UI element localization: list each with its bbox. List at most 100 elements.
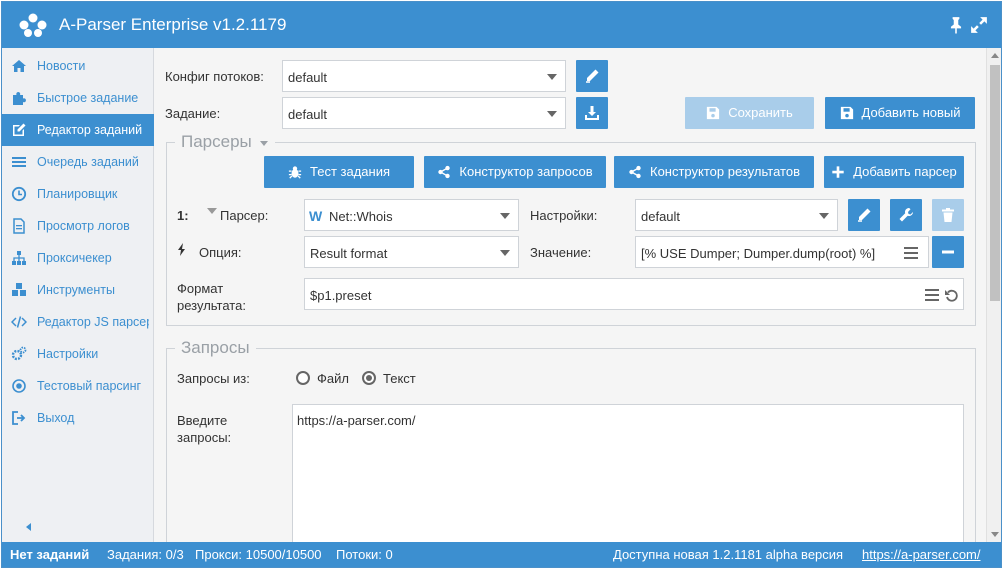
result-builder-button[interactable]: Конструктор результатов — [614, 156, 814, 188]
option-value-input[interactable]: [% USE Dumper; Dumper.dump(root) %] — [635, 236, 929, 268]
clock-icon — [11, 186, 27, 202]
scroll-up-icon[interactable] — [991, 52, 999, 60]
sidebar-item-settings[interactable]: Настройки — [2, 338, 154, 370]
target-icon — [12, 379, 26, 393]
thread-config-label: Конфиг потоков: — [165, 69, 264, 84]
sidebar-item-test-parsing[interactable]: Тестовый парсинг — [2, 370, 154, 402]
parser-row-index: 1: — [177, 208, 189, 223]
menu-lines-icon[interactable] — [904, 247, 918, 259]
undo-icon[interactable] — [944, 288, 959, 302]
task-editor-panel: Конфиг потоков: default Задание: default… — [154, 48, 986, 542]
pin-icon[interactable] — [947, 16, 965, 34]
test-task-button[interactable]: Тест задания — [264, 156, 414, 188]
edit-thread-config-button[interactable] — [576, 60, 608, 92]
sidebar-item-quick-task[interactable]: Быстрое задание — [2, 82, 154, 114]
remove-option-button[interactable] — [932, 236, 964, 268]
status-bar: Нет заданий Задания: 0/3 Прокси: 10500/1… — [2, 542, 1001, 567]
sign-out-icon — [12, 411, 26, 425]
share-icon — [629, 165, 641, 179]
add-parser-button[interactable]: Добавить парсер — [824, 156, 964, 188]
queries-from-label: Запросы из: — [177, 371, 250, 386]
app-logo-icon — [19, 13, 47, 37]
main-scrollbar[interactable] — [986, 48, 1001, 542]
parsers-legend[interactable]: Парсеры — [175, 132, 275, 152]
pencil-icon — [586, 69, 599, 83]
scrollbar-thumb[interactable] — [990, 65, 1000, 301]
menu-lines-icon[interactable] — [925, 289, 939, 301]
pencil-square-icon — [13, 123, 26, 136]
plus-icon — [832, 166, 844, 178]
queries-textarea[interactable]: https://a-parser.com/ — [292, 404, 964, 542]
title-bar: A-Parser Enterprise v1.2.1179 — [2, 2, 1001, 48]
edit-parser-settings-button[interactable] — [848, 199, 880, 231]
result-format-label: Формат — [177, 281, 224, 296]
wrench-icon — [899, 207, 914, 222]
settings-label: Настройки: — [530, 208, 598, 223]
share-icon — [438, 165, 451, 179]
cubes-icon — [12, 283, 26, 296]
sitemap-icon — [12, 251, 26, 265]
sidebar-item-label: Планировщик — [37, 187, 118, 201]
thread-config-select[interactable]: default — [282, 60, 566, 92]
sidebar-item-label: Просмотр логов — [37, 219, 130, 233]
sidebar-item-label: Проксичекер — [37, 251, 112, 265]
minus-icon — [942, 250, 954, 254]
sidebar-item-label: Тестовый парсинг — [37, 379, 142, 393]
sidebar-item-scheduler[interactable]: Планировщик — [2, 178, 154, 210]
collapse-sidebar-icon[interactable] — [24, 522, 34, 532]
query-builder-button[interactable]: Конструктор запросов — [424, 156, 606, 188]
queries-from-text-radio[interactable] — [362, 371, 376, 385]
sidebar-item-label: Инструменты — [37, 283, 115, 297]
sidebar-item-logs[interactable]: Просмотр логов — [2, 210, 154, 242]
download-task-button[interactable] — [576, 97, 608, 129]
chevron-down-icon — [500, 213, 510, 219]
sidebar-item-task-queue[interactable]: Очередь заданий — [2, 146, 154, 178]
puzzle-icon — [13, 92, 26, 105]
parser-label: Парсер: — [220, 208, 269, 223]
task-label: Задание: — [165, 106, 221, 121]
parser-settings-select[interactable]: default — [635, 199, 838, 231]
sidebar-item-tools[interactable]: Инструменты — [2, 274, 154, 306]
sidebar-item-task-editor[interactable]: Редактор заданий — [2, 114, 154, 146]
parser-tools-button[interactable] — [890, 199, 922, 231]
scroll-down-icon[interactable] — [991, 530, 999, 538]
sidebar-item-js-editor[interactable]: Редактор JS парсеров — [2, 306, 154, 338]
status-tasks: Задания: 0/3 — [107, 547, 184, 562]
status-threads: Потоки: 0 — [336, 547, 393, 562]
queries-from-file-radio[interactable] — [296, 371, 310, 385]
expand-icon[interactable] — [970, 16, 988, 34]
option-label: Опция: — [199, 245, 242, 260]
option-select[interactable]: Result format — [304, 236, 519, 268]
floppy-icon — [840, 106, 853, 120]
sidebar-item-proxy-checker[interactable]: Проксичекер — [2, 242, 154, 274]
sidebar-item-label: Настройки — [37, 347, 99, 361]
task-select[interactable]: default — [282, 97, 566, 129]
sidebar-item-label: Редактор заданий — [37, 123, 143, 137]
save-button[interactable]: Сохранить — [685, 97, 814, 129]
bolt-icon — [178, 243, 185, 256]
parser-select[interactable]: W Net::Whois — [304, 199, 519, 231]
status-no-tasks: Нет заданий — [10, 547, 90, 562]
sidebar-item-label: Очередь заданий — [37, 155, 139, 169]
sidebar-item-news[interactable]: Новости — [2, 50, 154, 82]
caret-down-icon — [259, 140, 268, 146]
result-format-label-2: результата: — [177, 298, 246, 313]
delete-parser-button[interactable] — [932, 199, 964, 231]
gears-icon — [11, 346, 27, 361]
status-update-link[interactable]: https://a-parser.com/ — [862, 547, 981, 562]
sidebar: Новости Быстрое задание Редактор заданий… — [2, 48, 154, 542]
queries-legend: Запросы — [175, 338, 256, 358]
parser-row-toggle-icon[interactable] — [207, 208, 217, 216]
sidebar-item-label: Быстрое задание — [37, 91, 139, 105]
chevron-down-icon — [547, 74, 557, 80]
queries-from-file-label[interactable]: Файл — [317, 371, 349, 386]
chevron-down-icon — [819, 213, 829, 219]
status-proxies: Прокси: 10500/10500 — [195, 547, 322, 562]
enter-queries-label-2: запросы: — [177, 430, 232, 445]
home-icon — [12, 60, 26, 72]
result-format-input[interactable]: $p1.preset — [304, 278, 964, 310]
sidebar-item-logout[interactable]: Выход — [2, 402, 154, 434]
queries-from-text-label[interactable]: Текст — [383, 371, 416, 386]
add-new-task-button[interactable]: Добавить новый — [825, 97, 975, 129]
enter-queries-label: Введите — [177, 413, 228, 428]
